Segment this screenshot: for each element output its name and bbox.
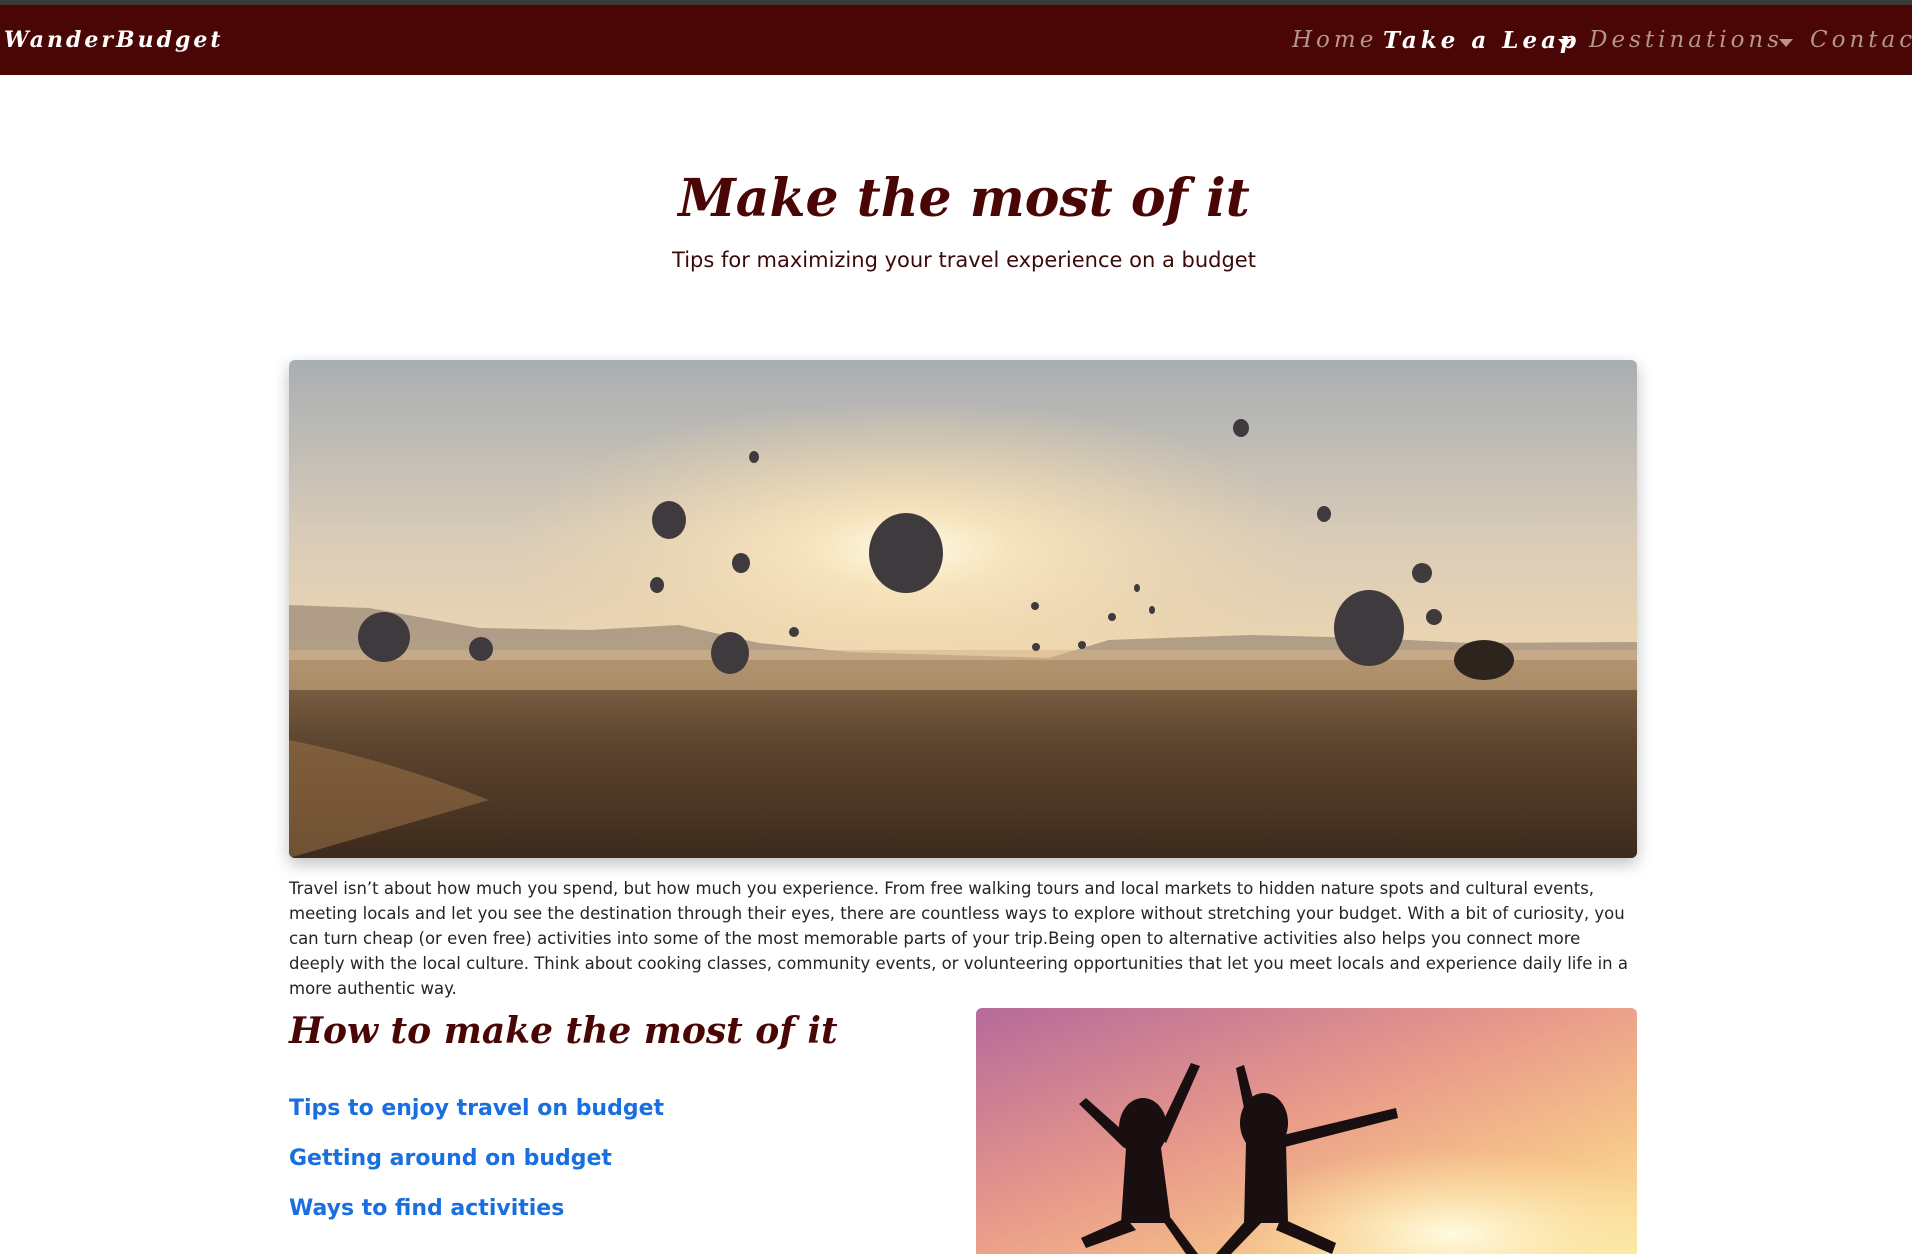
chevron-down-icon[interactable] [1779, 39, 1793, 47]
page-title: Make the most of it [678, 168, 1250, 229]
jumping-friends-image [976, 1008, 1637, 1254]
intro-paragraph: Travel isn’t about how much you spend, b… [289, 879, 1628, 998]
nav-destinations[interactable]: Destinations [1589, 27, 1783, 53]
link-tips-budget[interactable]: Tips to enjoy travel on budget [289, 1096, 664, 1121]
brand-logo[interactable]: WanderBudget [4, 27, 224, 53]
nav-home[interactable]: Home [1292, 27, 1377, 53]
nav-take-a-leap[interactable]: Take a Leap [1383, 27, 1580, 54]
link-getting-around[interactable]: Getting around on budget [289, 1146, 612, 1171]
chevron-down-icon[interactable] [1558, 39, 1572, 47]
navbar: WanderBudget Home Take a Leap Destinatio… [0, 5, 1912, 75]
nav-contact[interactable]: Contact [1810, 27, 1912, 53]
hot-air-balloons-image [289, 360, 1637, 858]
section-title: How to make the most of it [289, 1010, 838, 1052]
link-find-activities[interactable]: Ways to find activities [289, 1196, 564, 1221]
page-subtitle: Tips for maximizing your travel experien… [672, 248, 1256, 272]
